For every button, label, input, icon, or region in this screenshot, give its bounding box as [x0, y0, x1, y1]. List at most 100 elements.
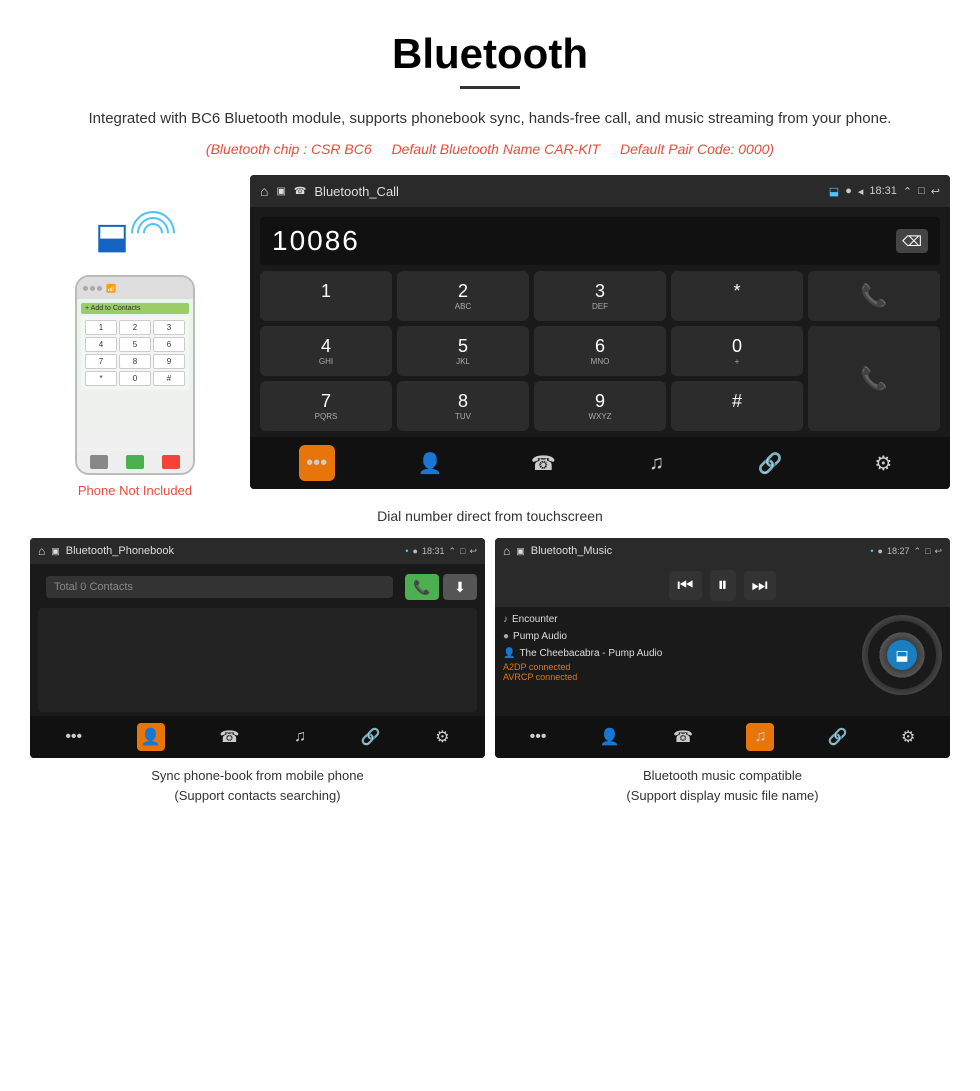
phonebook-bottom-bar: ••• 👤 ☎ ♫ 🔗 ⚙: [30, 716, 485, 758]
title-divider: [460, 86, 520, 89]
dial-call-button-2[interactable]: 📞: [808, 326, 940, 431]
music-caption-line1: Bluetooth music compatible: [643, 768, 802, 783]
specs-line: (Bluetooth chip : CSR BC6 Default Blueto…: [0, 141, 980, 157]
mu-home-icon: ⌂: [503, 544, 510, 558]
mu-grid-icon[interactable]: •••: [530, 728, 547, 746]
pb-contacts-icon[interactable]: 👤: [137, 723, 165, 751]
pb-home-icon: ⌂: [38, 544, 45, 558]
dial-transfer-icon[interactable]: ☎: [525, 445, 561, 481]
signal-icon: ◂: [858, 185, 864, 198]
dial-number-display: 10086: [272, 225, 896, 257]
mu-link-icon[interactable]: 🔗: [828, 727, 848, 747]
mu-wifi-icon: ●: [878, 546, 883, 557]
dial-keypad-icon[interactable]: •••: [299, 445, 335, 481]
pb-music-icon[interactable]: ♫: [294, 728, 306, 746]
vinyl-record: ⬓: [862, 615, 942, 695]
mu-settings-icon[interactable]: ⚙: [901, 727, 915, 747]
phone-panel: ⬓ 📶 + Add to Contacts 1 2: [30, 175, 240, 498]
pb-expand-icon: ⌃: [448, 546, 456, 557]
pb-back-icon: ↩: [469, 546, 477, 557]
music-caption-line2: (Support display music file name): [626, 788, 818, 803]
dial-key-2[interactable]: 2ABC: [397, 271, 529, 321]
dial-caption: Dial number direct from touchscreen: [30, 508, 950, 524]
page-title: Bluetooth: [0, 0, 980, 86]
music-play-button[interactable]: ⏸: [710, 570, 736, 601]
dial-contacts-icon[interactable]: 👤: [412, 445, 448, 481]
music-block: ⌂ ▣ Bluetooth_Music • ● 18:27 ⌃ □ ↩ ⏮: [495, 538, 950, 805]
window-icon: □: [918, 185, 925, 197]
pb-bt-icon: •: [405, 546, 408, 557]
dial-status-icons: ⬓ ● ◂ 18:31 ⌃ □ ↩: [829, 185, 940, 198]
dial-key-9[interactable]: 9WXYZ: [534, 381, 666, 431]
music-prev-button[interactable]: ⏮: [669, 571, 701, 600]
music-screen: ⌂ ▣ Bluetooth_Music • ● 18:27 ⌃ □ ↩ ⏮: [495, 538, 950, 758]
phone-top-bar: 📶: [77, 277, 193, 299]
phone-key-0: 0: [119, 371, 151, 386]
pb-link-icon[interactable]: 🔗: [361, 727, 381, 747]
phone-key-4: 4: [85, 337, 117, 352]
phone-key-2: 2: [119, 320, 151, 335]
dial-key-8[interactable]: 8TUV: [397, 381, 529, 431]
music-next-button[interactable]: ⏭: [744, 571, 776, 600]
dial-time: 18:31: [869, 185, 897, 197]
pb-grid-icon[interactable]: •••: [65, 728, 82, 746]
music-info-row: ♪ Encounter ● Pump Audio 👤 The Cheebacab…: [495, 607, 950, 699]
dial-key-1[interactable]: 1: [260, 271, 392, 321]
dial-key-hash[interactable]: #: [671, 381, 803, 431]
subtitle-text: Integrated with BC6 Bluetooth module, su…: [0, 107, 980, 131]
phone-screen: + Add to Contacts 1 2 3 4 5 6 7 8 9 * 0 …: [77, 299, 193, 451]
pb-settings-icon[interactable]: ⚙: [435, 727, 449, 747]
pb-call-icon[interactable]: ☎: [219, 727, 239, 747]
spec-code: Default Pair Code: 0000): [620, 141, 774, 157]
music-a2dp-status: A2DP connected: [503, 662, 854, 672]
dial-key-5[interactable]: 5JKL: [397, 326, 529, 376]
mu-music-active-icon[interactable]: ♫: [746, 723, 774, 751]
music-track-2: Pump Audio: [513, 631, 567, 642]
phone-dot-2: [90, 286, 95, 291]
signal-arc-3: [122, 202, 184, 264]
phone-key-hash: #: [153, 371, 185, 386]
dial-call-button-1[interactable]: 📞: [808, 271, 940, 321]
dial-music-icon[interactable]: ♫: [639, 445, 675, 481]
phone-end-btn: [162, 455, 180, 469]
backspace-button[interactable]: ⌫: [896, 229, 928, 253]
music-avrcp-status: AVRCP connected: [503, 672, 854, 682]
bottom-screens-row: ⌂ ▣ Bluetooth_Phonebook • ● 18:31 ⌃ □ ↩: [30, 538, 950, 805]
pb-window-icon: □: [460, 546, 465, 557]
dial-keypad: 1 2ABC 3DEF * 📞 4GHI 5JKL 6MNO 0+ 📞 7PQR…: [250, 271, 950, 437]
mu-time: 18:27: [887, 546, 910, 557]
mu-contacts-icon[interactable]: 👤: [600, 727, 620, 747]
music-track-3-row: 👤 The Cheebacabra - Pump Audio: [503, 645, 854, 662]
phone-key-3: 3: [153, 320, 185, 335]
music-bottom-bar: ••• 👤 ☎ ♫ 🔗 ⚙: [495, 716, 950, 758]
mu-status-icons: • ● 18:27 ⌃ □ ↩: [870, 546, 942, 557]
dial-key-7[interactable]: 7PQRS: [260, 381, 392, 431]
mu-call-icon[interactable]: ☎: [673, 727, 693, 747]
dial-call-icon: ☎: [294, 186, 306, 197]
dial-settings-icon[interactable]: ⚙: [865, 445, 901, 481]
dial-key-6[interactable]: 6MNO: [534, 326, 666, 376]
phonebook-placeholder: Total 0 Contacts: [54, 581, 385, 593]
dial-key-star[interactable]: *: [671, 271, 803, 321]
wifi-icon: ●: [845, 185, 852, 197]
pb-wifi-icon: ●: [413, 546, 418, 557]
phone-key-9: 9: [153, 354, 185, 369]
dial-key-3[interactable]: 3DEF: [534, 271, 666, 321]
phonebook-download-button[interactable]: ⬇: [443, 574, 477, 600]
phonebook-call-button[interactable]: 📞: [405, 574, 439, 600]
dial-key-0plus[interactable]: 0+: [671, 326, 803, 376]
pb-time: 18:31: [422, 546, 445, 557]
music-caption: Bluetooth music compatible (Support disp…: [495, 766, 950, 805]
dial-bottom-bar: ••• 👤 ☎ ♫ 🔗 ⚙: [250, 437, 950, 489]
phonebook-caption-line1: Sync phone-book from mobile phone: [151, 768, 363, 783]
dial-key-4[interactable]: 4GHI: [260, 326, 392, 376]
expand-icon: ⌃: [903, 185, 912, 198]
music-track-1-row: ♪ Encounter: [503, 611, 854, 628]
music-note-icon: ♪: [503, 614, 508, 625]
dial-link-icon[interactable]: 🔗: [752, 445, 788, 481]
phone-status-dots: [83, 286, 102, 291]
mu-back-icon: ↩: [934, 546, 942, 557]
phonebook-search-box[interactable]: Total 0 Contacts: [46, 576, 393, 598]
phone-key-7: 7: [85, 354, 117, 369]
music-track-3: The Cheebacabra - Pump Audio: [519, 648, 662, 659]
